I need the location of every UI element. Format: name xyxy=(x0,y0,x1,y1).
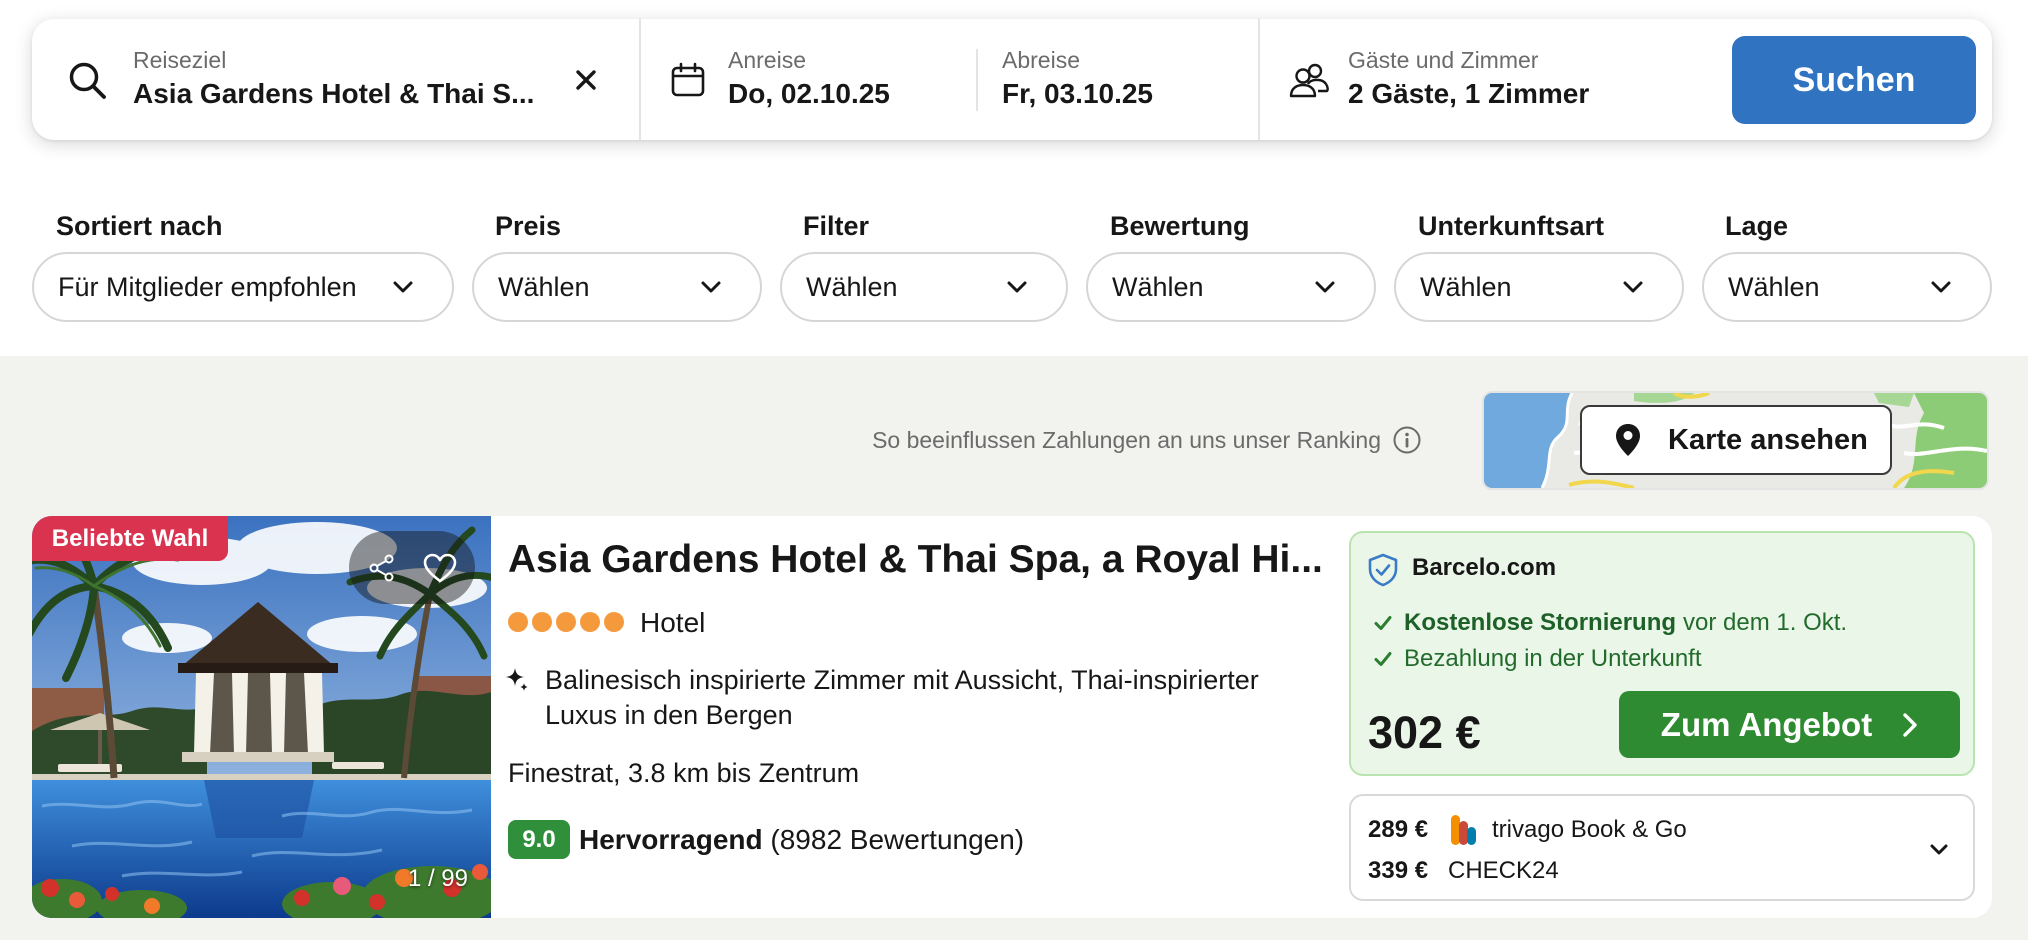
chevron-down-icon xyxy=(701,281,721,293)
property-type-label: Unterkunftsart xyxy=(1418,211,1605,241)
filter-dropdown[interactable]: Wählen xyxy=(780,252,1068,322)
star-icon xyxy=(532,612,552,632)
check-icon xyxy=(1374,616,1392,630)
destination-field[interactable]: Reiseziel Asia Gardens Hotel & Thai S... xyxy=(32,19,639,140)
accommodation-type: Hotel xyxy=(640,607,706,638)
hotel-location: Finestrat, 3.8 km bis Zentrum xyxy=(508,758,860,788)
review-count: (8982 Bewertungen) xyxy=(770,824,1025,855)
alt-offer-provider: trivago Book & Go xyxy=(1492,816,1687,843)
chevron-down-icon xyxy=(1315,281,1335,293)
heart-icon xyxy=(423,553,457,583)
close-icon[interactable] xyxy=(574,68,598,92)
location-filter-label: Lage xyxy=(1725,211,1789,241)
search-icon xyxy=(69,62,106,99)
more-offers[interactable]: 289 € trivago Book & Go 339 € CHECK24 xyxy=(1349,794,1975,901)
hotel-photo[interactable]: Beliebte Wahl 1 / 99 xyxy=(32,516,491,918)
hotel-description: Balinesisch inspirierte Zimmer mit Aussi… xyxy=(545,665,1259,730)
checkout-field[interactable]: Abreise Fr, 03.10.25 xyxy=(978,19,1258,140)
photo-actions xyxy=(349,531,475,604)
star-icon xyxy=(508,612,528,632)
free-cancellation-perk: Kostenlose Stornierung vor dem 1. Okt. xyxy=(1404,608,1847,638)
guests-field[interactable]: Gäste und Zimmer 2 Gäste, 1 Zimmer xyxy=(1260,19,1720,140)
map-pin-icon xyxy=(1616,424,1640,456)
alt-offer-price: 289 € xyxy=(1368,816,1429,843)
chevron-down-icon xyxy=(1931,281,1951,293)
checkout-value: Fr, 03.10.25 xyxy=(1002,78,1154,109)
calendar-icon xyxy=(671,62,705,97)
alt-offer-price: 339 € xyxy=(1368,857,1429,884)
offer-provider: Barcelo.com xyxy=(1412,554,1557,581)
pay-at-property-perk: Bezahlung in der Unterkunft xyxy=(1404,645,1702,672)
chevron-down-icon xyxy=(1623,281,1643,293)
location-dropdown-value: Wählen xyxy=(1728,272,1820,302)
rating-label: Hervorragend xyxy=(579,824,763,855)
price-dropdown[interactable]: Wählen xyxy=(472,252,762,322)
rating-dropdown[interactable]: Wählen xyxy=(1086,252,1376,322)
property-type-dropdown-value: Wählen xyxy=(1420,272,1512,302)
destination-input[interactable]: Asia Gardens Hotel & Thai S... xyxy=(133,77,534,111)
chevron-down-icon xyxy=(1007,281,1027,293)
chevron-down-icon xyxy=(1930,844,1948,855)
ranking-note[interactable]: So beeinflussen Zahlungen an uns unser R… xyxy=(820,425,1381,455)
share-button[interactable] xyxy=(349,531,412,604)
chevron-right-icon xyxy=(1903,712,1917,737)
sort-dropdown-value: Für Mitglieder empfohlen xyxy=(58,272,357,302)
guests-icon xyxy=(1289,63,1329,98)
star-icon xyxy=(580,612,600,632)
popular-badge: Beliebte Wahl xyxy=(32,516,228,561)
search-bar: Reiseziel Asia Gardens Hotel & Thai S...… xyxy=(32,19,1992,140)
sparkle-icon xyxy=(506,668,528,691)
destination-label: Reiseziel xyxy=(133,47,227,73)
checkin-field[interactable]: Anreise Do, 02.10.25 xyxy=(641,19,976,140)
search-button[interactable]: Suchen xyxy=(1732,36,1976,124)
rating-summary[interactable]: Hervorragend (8982 Bewertungen) xyxy=(579,823,1024,857)
check-icon xyxy=(1374,652,1392,666)
guests-value: 2 Gäste, 1 Zimmer xyxy=(1348,78,1590,109)
image-counter: 1 / 99 xyxy=(407,865,468,892)
location-dropdown[interactable]: Wählen xyxy=(1702,252,1992,322)
filter-dropdown-value: Wählen xyxy=(806,272,898,302)
checkout-label: Abreise xyxy=(1002,47,1080,73)
trivago-logo-icon xyxy=(1451,815,1476,845)
share-icon xyxy=(369,554,394,582)
view-deal-label: Zum Angebot xyxy=(1660,706,1873,743)
checkin-value: Do, 02.10.25 xyxy=(728,78,890,109)
hotel-result-card: Beliebte Wahl 1 / 99 Asia Gardens Hotel … xyxy=(32,516,1992,918)
alt-offer-provider: CHECK24 xyxy=(1448,857,1559,884)
price-filter-label: Preis xyxy=(495,211,562,241)
rating-score-badge: 9.0 xyxy=(508,820,570,859)
info-icon[interactable] xyxy=(1393,426,1421,454)
favorite-button[interactable] xyxy=(412,531,475,604)
perk-detail: vor dem 1. Okt. xyxy=(1683,609,1848,636)
sort-dropdown[interactable]: Für Mitglieder empfohlen xyxy=(32,252,454,322)
shield-check-icon xyxy=(1368,553,1398,587)
show-map-button[interactable]: Karte ansehen xyxy=(1580,405,1892,475)
price-dropdown-value: Wählen xyxy=(498,272,590,302)
star-icon xyxy=(556,612,576,632)
star-icon xyxy=(604,612,624,632)
map-preview[interactable]: Karte ansehen xyxy=(1482,391,1989,490)
show-map-label: Karte ansehen xyxy=(1668,424,1868,456)
top-offer: Barcelo.com Kostenlose Stornierung vor de… xyxy=(1349,531,1975,776)
star-rating xyxy=(508,612,624,634)
checkin-label: Anreise xyxy=(728,47,806,73)
guests-label: Gäste und Zimmer xyxy=(1348,47,1539,73)
offer-price: 302 € xyxy=(1368,707,1481,758)
chevron-down-icon xyxy=(393,281,413,293)
sort-label: Sortiert nach xyxy=(56,211,223,241)
property-type-dropdown[interactable]: Wählen xyxy=(1394,252,1684,322)
rating-filter-label: Bewertung xyxy=(1110,211,1250,241)
view-deal-button[interactable]: Zum Angebot xyxy=(1619,691,1960,758)
filter-label: Filter xyxy=(803,211,870,241)
perk-title: Kostenlose Stornierung xyxy=(1404,609,1677,636)
rating-dropdown-value: Wählen xyxy=(1112,272,1204,302)
hotel-name[interactable]: Asia Gardens Hotel & Thai Spa, a Royal H… xyxy=(508,536,1338,584)
